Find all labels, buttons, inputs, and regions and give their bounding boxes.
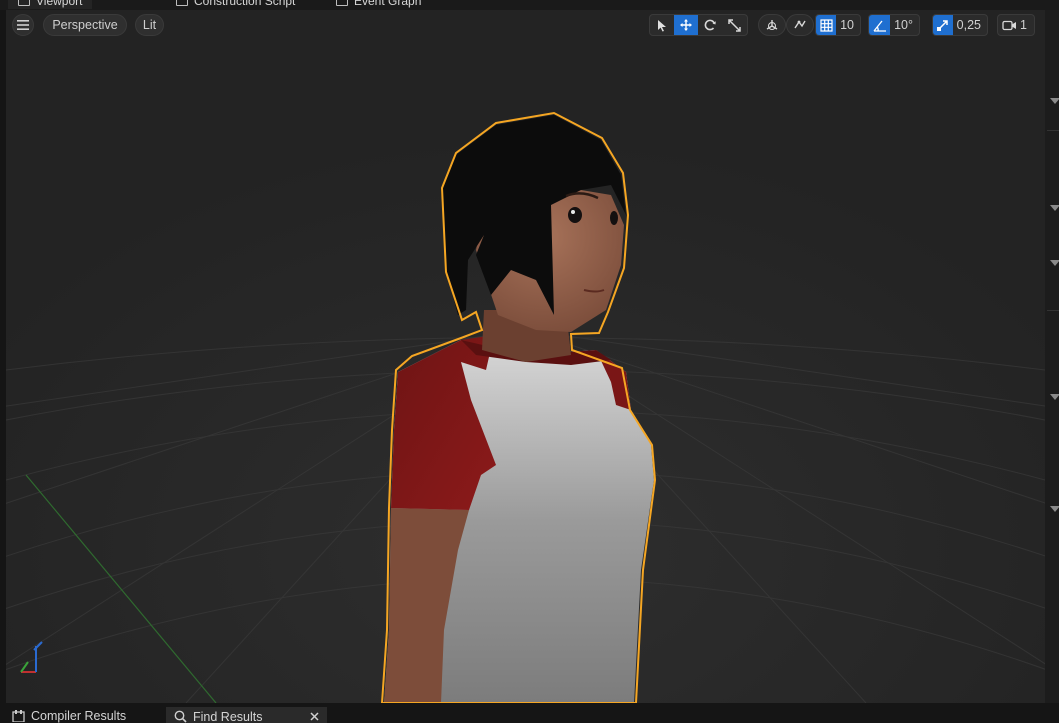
close-icon bbox=[310, 711, 319, 721]
view-mode-button[interactable]: Perspective bbox=[43, 14, 127, 36]
panel-divider bbox=[1047, 310, 1059, 311]
view-mode-label: Perspective bbox=[52, 18, 118, 32]
grid-snap-value[interactable]: 10 bbox=[836, 15, 860, 35]
tab-construction-script-label: Construction Script bbox=[194, 0, 296, 8]
details-panel-edge bbox=[1045, 10, 1059, 703]
lighting-mode-button[interactable]: Lit bbox=[135, 14, 164, 36]
tab-viewport-label: Viewport bbox=[36, 0, 83, 8]
hamburger-menu-icon bbox=[17, 20, 29, 30]
tab-event-graph-label: Event Graph bbox=[354, 0, 422, 8]
rotation-snap-value[interactable]: 10° bbox=[890, 15, 919, 35]
rotate-tool-button[interactable] bbox=[698, 15, 722, 35]
tab-compiler-results[interactable]: Compiler Results bbox=[12, 708, 126, 723]
bottom-panel-tabs: Compiler Results Find Results bbox=[0, 703, 1059, 723]
move-arrows-icon bbox=[680, 19, 692, 31]
viewport-options-button[interactable] bbox=[12, 14, 34, 36]
lighting-mode-label: Lit bbox=[142, 18, 157, 32]
viewport-scene bbox=[6, 10, 1045, 703]
scale-snap-value[interactable]: 0,25 bbox=[953, 15, 987, 35]
scale-snap-group[interactable]: 0,25 bbox=[932, 14, 988, 36]
rotation-snap-group[interactable]: 10° bbox=[868, 14, 920, 36]
panel-divider bbox=[1047, 130, 1059, 131]
level-viewport[interactable]: Perspective Lit 10 10° 0,25 1 bbox=[6, 10, 1045, 703]
tab-event-graph[interactable]: Event Graph bbox=[336, 0, 421, 9]
scale-icon bbox=[727, 18, 741, 32]
select-tool-button[interactable] bbox=[650, 15, 674, 35]
tab-viewport[interactable]: Viewport bbox=[8, 0, 93, 9]
grid-snap-toggle[interactable] bbox=[816, 15, 837, 35]
compiler-results-icon bbox=[12, 709, 25, 722]
document-tab-strip: Viewport Construction Script Event Graph bbox=[0, 0, 1059, 10]
collapse-arrow-icon[interactable] bbox=[1050, 394, 1059, 400]
collapse-arrow-icon[interactable] bbox=[1050, 98, 1059, 104]
viewport-icon bbox=[18, 0, 30, 6]
camera-speed-value: 1 bbox=[1020, 18, 1027, 32]
rotation-snap-toggle[interactable] bbox=[869, 15, 891, 35]
translate-tool-button[interactable] bbox=[674, 15, 698, 35]
graph-icon bbox=[336, 0, 348, 6]
angle-icon bbox=[873, 20, 886, 32]
function-icon bbox=[176, 0, 188, 6]
viewport-toolbar: Perspective Lit 10 10° 0,25 1 bbox=[6, 10, 1045, 40]
grid-icon bbox=[819, 18, 833, 32]
grid-snap-group[interactable]: 10 bbox=[815, 14, 861, 36]
rotate-icon bbox=[704, 19, 716, 31]
collapse-arrow-icon[interactable] bbox=[1050, 506, 1059, 512]
coordinate-system-button[interactable] bbox=[758, 14, 786, 36]
scale-tool-button[interactable] bbox=[722, 15, 746, 35]
close-tab-button[interactable] bbox=[310, 710, 319, 723]
camera-speed-button[interactable]: 1 bbox=[997, 14, 1035, 36]
surface-snap-icon bbox=[794, 20, 806, 29]
scale-snap-icon bbox=[937, 19, 949, 31]
transform-tools-group bbox=[649, 14, 748, 36]
cursor-arrow-icon bbox=[658, 19, 666, 31]
scale-snap-toggle[interactable] bbox=[933, 15, 953, 35]
tab-compiler-results-label: Compiler Results bbox=[31, 708, 127, 723]
tab-construction-script[interactable]: Construction Script bbox=[176, 0, 295, 9]
tab-find-results-label: Find Results bbox=[193, 709, 263, 723]
tab-find-results[interactable]: Find Results bbox=[166, 707, 327, 723]
collapse-arrow-icon[interactable] bbox=[1050, 260, 1059, 266]
collapse-arrow-icon[interactable] bbox=[1050, 205, 1059, 211]
camera-icon bbox=[1001, 20, 1016, 30]
world-axes-icon bbox=[766, 20, 778, 30]
surface-snapping-button[interactable] bbox=[786, 14, 814, 36]
search-icon bbox=[174, 710, 187, 723]
